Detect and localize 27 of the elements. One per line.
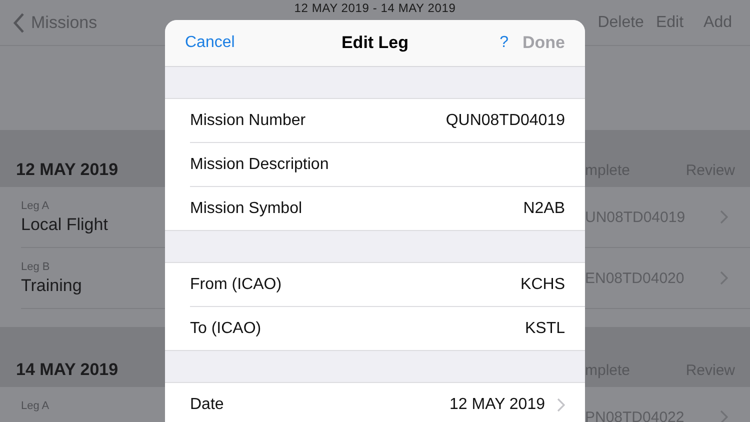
cancel-button[interactable]: Cancel bbox=[185, 34, 235, 52]
field-label: Mission Number bbox=[190, 112, 306, 130]
chevron-icon bbox=[720, 271, 728, 285]
chevron-icon bbox=[720, 410, 728, 422]
field-label: From (ICAO) bbox=[190, 276, 282, 294]
field-value: QUN08TD04019 bbox=[446, 112, 565, 130]
leg-label: Leg A bbox=[21, 400, 50, 412]
field-value: N2AB bbox=[523, 200, 565, 218]
disclosure-chevron-icon bbox=[557, 398, 565, 412]
field-label: Mission Symbol bbox=[190, 200, 302, 218]
field-label: Date bbox=[190, 396, 224, 414]
back-chevron-icon bbox=[13, 12, 25, 32]
section-date-header: 12 MAY 2019 bbox=[15, 160, 118, 180]
help-button[interactable]: ? bbox=[500, 34, 508, 52]
leg-label: Leg A bbox=[21, 200, 50, 212]
field-value: KSTL bbox=[524, 320, 565, 338]
field-value: 12 MAY 2019 bbox=[450, 396, 545, 414]
leg-name: Training bbox=[21, 276, 83, 296]
leg-label: Leg B bbox=[21, 260, 51, 272]
dialog-title: Edit Leg bbox=[341, 33, 409, 52]
field-value: KCHS bbox=[520, 276, 565, 294]
field-label: Mission Description bbox=[190, 156, 329, 174]
field-label: To (ICAO) bbox=[190, 320, 262, 338]
section-date-header: 14 MAY 2019 bbox=[15, 360, 118, 380]
leg-name: Local Flight bbox=[21, 214, 109, 234]
chevron-icon bbox=[720, 210, 728, 224]
date-range-title: 12 MAY 2019 - 14 MAY 2019 bbox=[294, 1, 456, 15]
